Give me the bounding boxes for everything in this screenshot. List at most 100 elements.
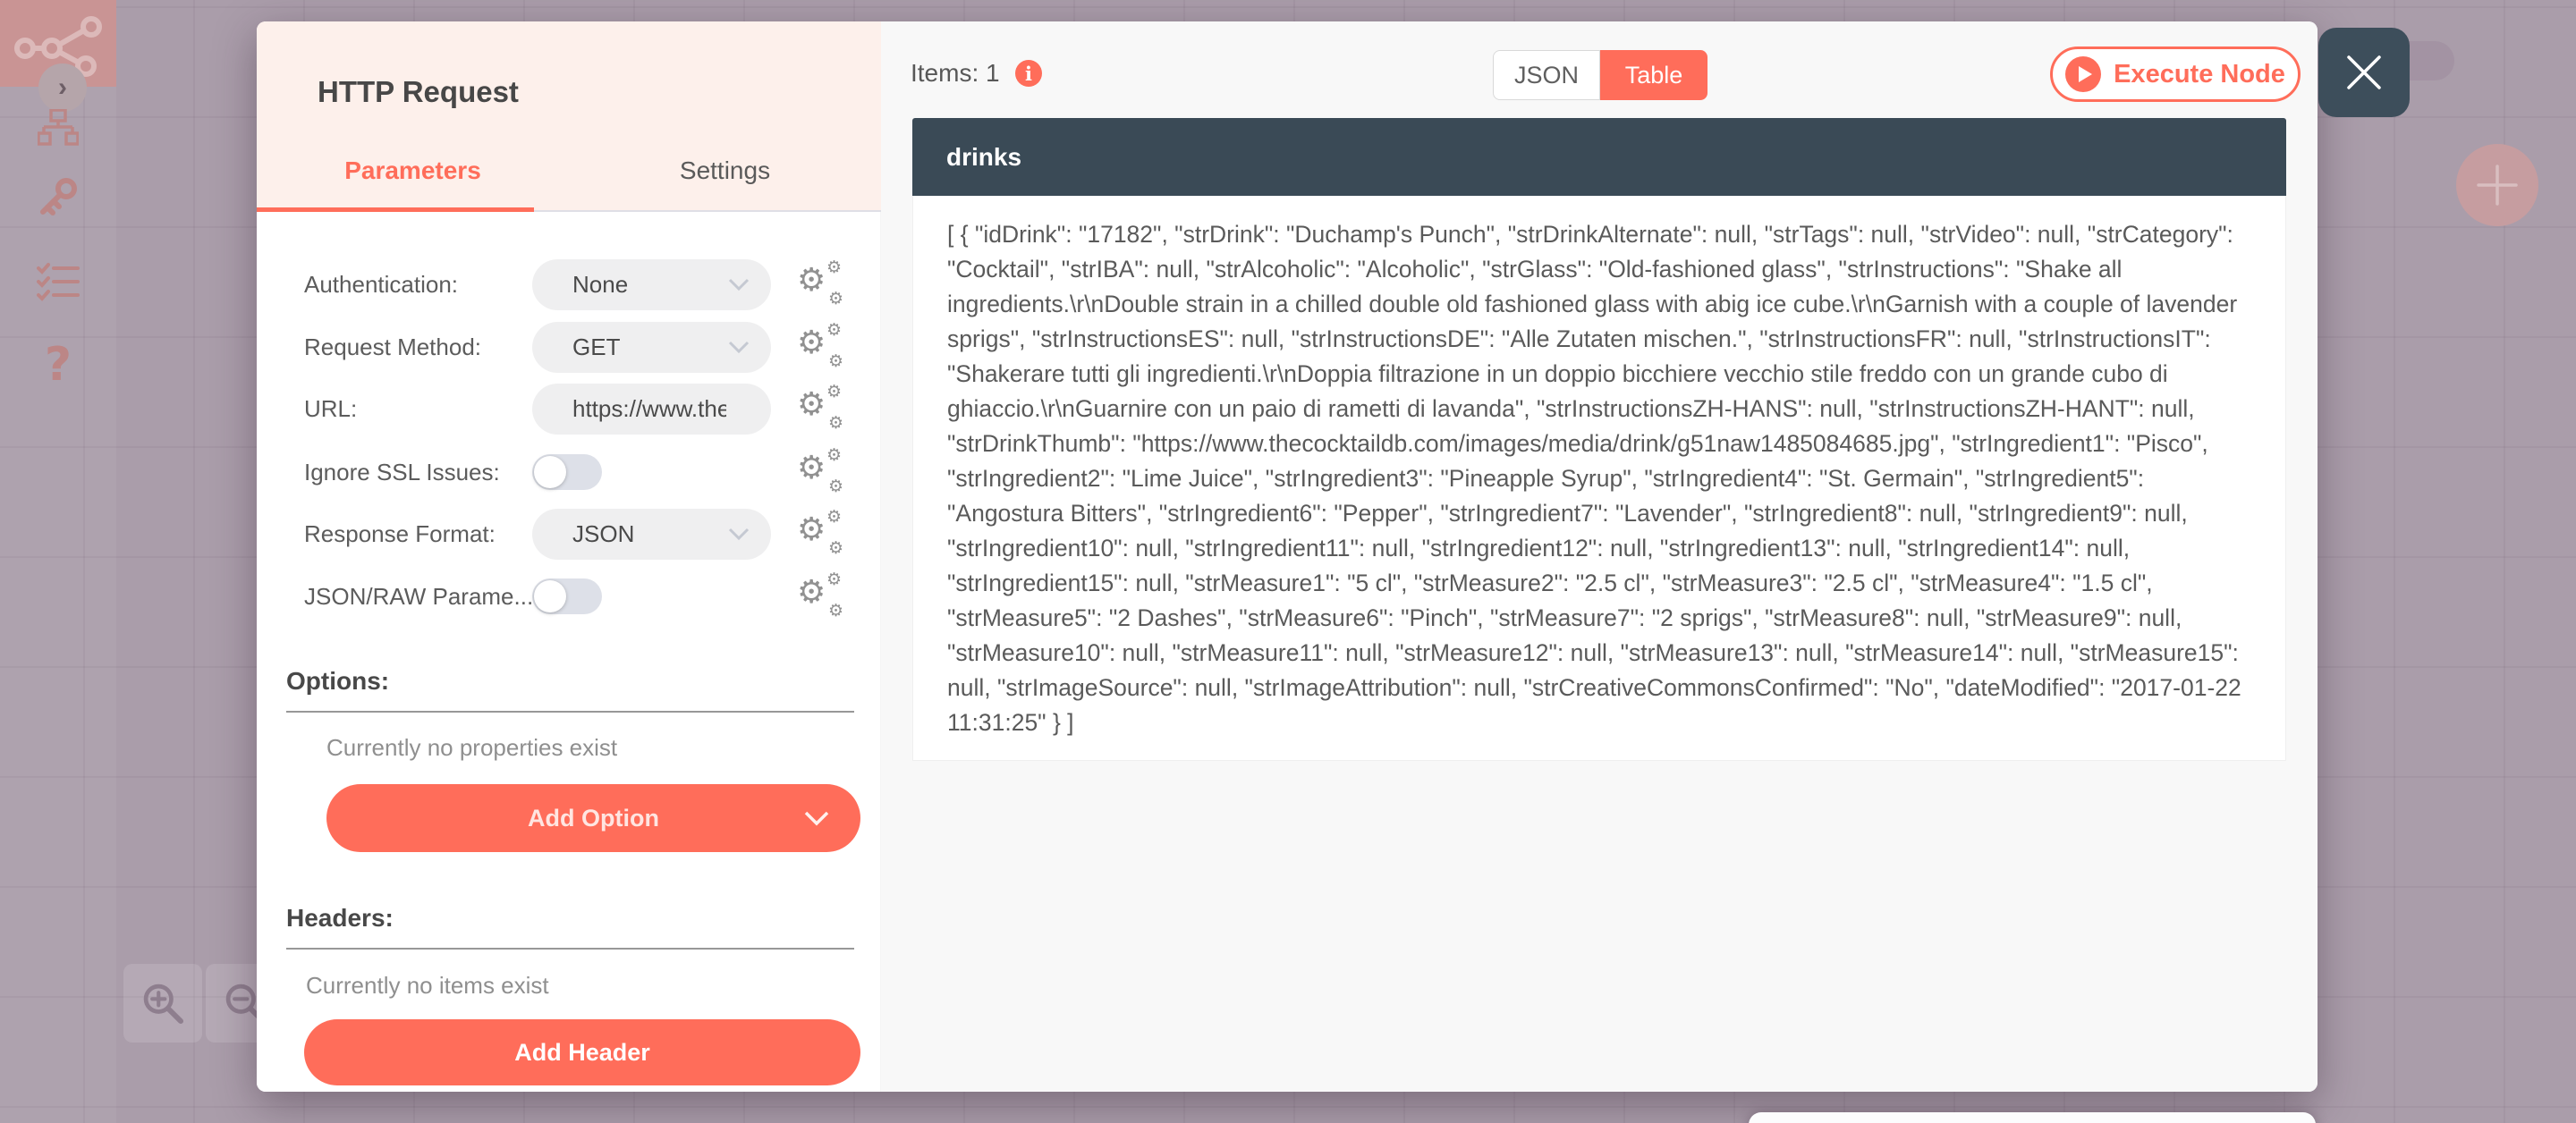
authentication-label: Authentication: — [304, 270, 459, 298]
request-method-select[interactable]: GET — [532, 321, 771, 373]
chevron-down-icon — [728, 278, 750, 291]
output-view-toggle: JSON Table — [1493, 50, 1707, 100]
headers-empty-text: Currently no items exist — [306, 972, 549, 999]
gear-icon: ⚙ — [797, 262, 826, 299]
json-raw-gear-button[interactable]: ⚙ ⚙ ⚙ — [797, 571, 843, 621]
key-icon — [40, 178, 77, 215]
param-row-json-raw: JSON/RAW Parame... ⚙ ⚙ ⚙ — [257, 570, 881, 622]
response-format-select[interactable]: JSON — [532, 508, 771, 560]
response-format-value: JSON — [572, 519, 635, 547]
gear-icon: ⚙ — [797, 325, 826, 361]
gear-icon: ⚙ — [826, 570, 842, 589]
gear-icon: ⚙ — [826, 258, 842, 277]
toggle-knob — [534, 580, 566, 612]
result-json-text: [ { "idDrink": "17182", "strDrink": "Duc… — [947, 221, 2241, 736]
add-option-button[interactable]: Add Option — [326, 784, 860, 852]
sidebar-item-credentials[interactable] — [0, 175, 116, 220]
tab-settings[interactable]: Settings — [569, 141, 881, 200]
sidebar-item-help[interactable]: ? — [0, 338, 116, 392]
sidebar-item-executions[interactable] — [0, 261, 116, 302]
param-row-url: URL: https://www.thec… ⚙ ⚙ ⚙ — [257, 383, 881, 435]
play-icon — [2065, 56, 2102, 92]
node-settings-panel: HTTP Request Parameters Settings Authent… — [257, 21, 881, 1092]
sidebar-collapse-button[interactable]: › — [38, 63, 87, 112]
active-tab-underline — [257, 207, 534, 212]
chevron-down-icon — [804, 811, 829, 825]
bottom-panel-edge — [1749, 1112, 2316, 1123]
authentication-select[interactable]: None — [532, 258, 771, 310]
add-header-label: Add Header — [514, 1038, 650, 1066]
url-value: https://www.thec… — [572, 394, 726, 422]
ignore-ssl-label: Ignore SSL Issues: — [304, 458, 500, 486]
checklist-icon — [37, 263, 80, 301]
help-icon: ? — [44, 338, 72, 392]
authentication-value: None — [572, 270, 629, 298]
request-method-gear-button[interactable]: ⚙ ⚙ ⚙ — [797, 320, 843, 371]
ignore-ssl-gear-button[interactable]: ⚙ ⚙ ⚙ — [797, 447, 843, 496]
add-node-button[interactable] — [2456, 144, 2538, 226]
gear-icon: ⚙ — [826, 445, 842, 465]
options-heading: Options: — [286, 667, 390, 695]
gear-icon: ⚙ — [827, 413, 843, 433]
canvas-zoom-in-button[interactable] — [123, 964, 202, 1043]
close-modal-button[interactable] — [2318, 28, 2410, 117]
request-method-label: Request Method: — [304, 333, 482, 360]
param-row-request-method: Request Method: GET ⚙ ⚙ ⚙ — [257, 321, 881, 373]
chevron-right-icon: › — [58, 72, 67, 102]
gear-icon: ⚙ — [827, 538, 843, 558]
gear-icon: ⚙ — [826, 382, 842, 401]
gear-icon: ⚙ — [797, 511, 826, 548]
execute-node-label: Execute Node — [2114, 59, 2285, 89]
response-format-gear-button[interactable]: ⚙ ⚙ ⚙ — [797, 507, 843, 558]
result-table-header: drinks — [912, 118, 2286, 196]
authentication-gear-button[interactable]: ⚙ ⚙ ⚙ — [797, 259, 843, 308]
response-format-label: Response Format: — [304, 519, 496, 547]
add-header-button[interactable]: Add Header — [304, 1019, 860, 1085]
node-title: HTTP Request — [318, 75, 519, 108]
options-divider — [286, 711, 854, 713]
headers-divider — [286, 948, 854, 950]
gear-icon: ⚙ — [797, 386, 826, 423]
add-option-label: Add Option — [528, 804, 659, 832]
node-output-panel: Items: 1 i JSON Table Execute Node drink… — [881, 21, 2318, 1092]
chevron-down-icon — [728, 341, 750, 353]
gear-icon: ⚙ — [826, 507, 842, 527]
gear-icon: ⚙ — [797, 574, 826, 611]
execute-node-button[interactable]: Execute Node — [2050, 46, 2301, 102]
zoom-in-icon — [143, 984, 184, 1025]
url-input[interactable]: https://www.thec… — [532, 383, 771, 435]
chevron-down-icon — [728, 528, 750, 540]
toggle-knob — [534, 456, 566, 488]
plus-icon — [2477, 165, 2518, 206]
gear-icon: ⚙ — [827, 289, 843, 308]
json-raw-label: JSON/RAW Parame... — [304, 582, 534, 610]
sidebar: › ? — [0, 0, 116, 1123]
info-icon[interactable]: i — [1015, 60, 1042, 87]
node-detail-modal: HTTP Request Parameters Settings Authent… — [257, 21, 2410, 1092]
param-row-ignore-ssl: Ignore SSL Issues: ⚙ ⚙ ⚙ — [257, 446, 881, 498]
workflow-icon — [38, 109, 79, 146]
view-json-button[interactable]: JSON — [1493, 50, 1600, 100]
gear-icon: ⚙ — [797, 450, 826, 486]
ignore-ssl-toggle[interactable] — [532, 454, 602, 490]
close-icon — [2347, 55, 2381, 89]
tab-parameters[interactable]: Parameters — [257, 141, 569, 200]
headers-heading: Headers: — [286, 904, 394, 932]
node-header: HTTP Request Parameters Settings — [257, 21, 881, 212]
param-row-response-format: Response Format: JSON ⚙ ⚙ ⚙ — [257, 508, 881, 560]
view-table-button[interactable]: Table — [1600, 50, 1707, 100]
gear-icon: ⚙ — [826, 320, 842, 340]
gear-icon: ⚙ — [827, 351, 843, 371]
gear-icon: ⚙ — [827, 477, 843, 496]
sidebar-item-workflows[interactable] — [0, 109, 116, 147]
url-label: URL: — [304, 394, 358, 422]
param-row-authentication: Authentication: None ⚙ ⚙ ⚙ — [257, 258, 881, 310]
url-gear-button[interactable]: ⚙ ⚙ ⚙ — [797, 382, 843, 433]
gear-icon: ⚙ — [827, 601, 843, 621]
request-method-value: GET — [572, 333, 621, 360]
result-table-body: [ { "idDrink": "17182", "strDrink": "Duc… — [912, 196, 2286, 761]
items-count-label: Items: 1 — [911, 59, 1000, 87]
options-empty-text: Currently no properties exist — [326, 734, 618, 761]
json-raw-toggle[interactable] — [532, 578, 602, 614]
tab-bar: Parameters Settings — [257, 141, 881, 200]
